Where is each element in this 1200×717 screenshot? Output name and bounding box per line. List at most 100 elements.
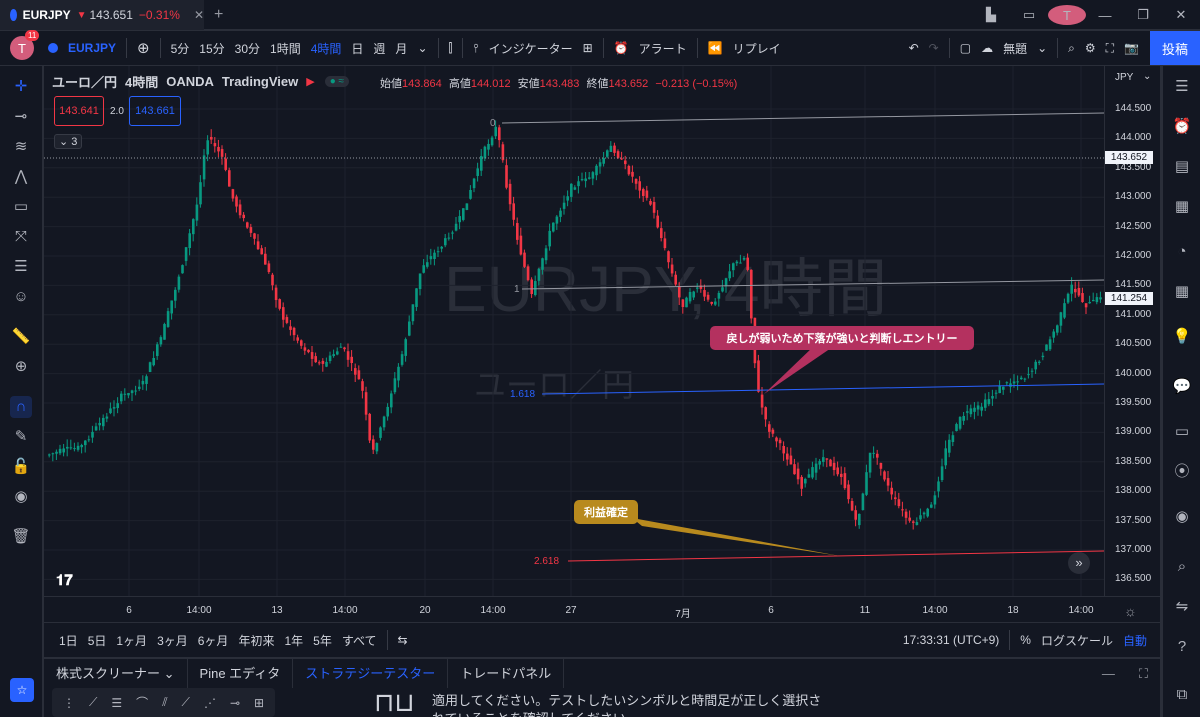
log-scale-toggle[interactable]: ログスケール <box>1036 632 1118 649</box>
favorites-star-icon[interactable]: ☆ <box>10 678 34 702</box>
lock-drawing-icon[interactable]: ✎ <box>10 426 32 448</box>
tab-trading-panel[interactable]: トレードパネル <box>448 658 565 689</box>
path-icon[interactable]: ⋰ <box>197 696 223 710</box>
redo-icon[interactable]: ↷ <box>924 41 944 55</box>
projection-icon[interactable]: ⤧ <box>10 226 32 248</box>
order-panel-icon[interactable]: ⇋ <box>1171 596 1193 618</box>
price-axis[interactable]: JPY ⌄ 144.500 144.000 143.500 143.000 142.50… <box>1104 66 1160 596</box>
indicator-icon[interactable]: ⫯ <box>468 41 483 56</box>
ideas-icon[interactable]: 💡 <box>1171 326 1193 348</box>
interval-1w[interactable]: 週 <box>368 40 390 57</box>
compare-icon[interactable]: ⊕ <box>132 39 155 57</box>
drag-handle-icon[interactable]: ⋮ <box>56 696 82 710</box>
alert-button[interactable]: アラート <box>634 40 692 57</box>
channel-icon[interactable]: ≋ <box>10 136 32 158</box>
broadcast-icon[interactable]: ◉ <box>1171 506 1193 528</box>
chevron-down-icon[interactable]: ⌄ <box>1032 41 1052 55</box>
tab-stock-screener[interactable]: 株式スクリーナー ⌄ <box>44 658 188 689</box>
range-1y[interactable]: 1年 <box>279 632 308 649</box>
curve-icon[interactable]: ⌒ <box>129 694 155 711</box>
undo-icon[interactable]: ↶ <box>904 41 924 55</box>
calendar-icon[interactable]: ▦ <box>1171 281 1193 303</box>
fib-level-2618-line[interactable] <box>567 550 1105 562</box>
fib-level-0-line[interactable] <box>501 112 1105 124</box>
indicator-collapse-button[interactable]: ⌄ 3 <box>54 134 83 149</box>
hotlist-icon[interactable]: ▦ <box>1171 196 1193 218</box>
range-all[interactable]: すべて <box>337 632 382 649</box>
chart-icon[interactable]: ▙ <box>972 7 1010 23</box>
screener-icon[interactable]: ◔ <box>1171 241 1193 263</box>
percent-toggle[interactable]: % <box>1015 633 1036 647</box>
pattern-icon[interactable]: ⋀ <box>10 166 32 188</box>
rewind-icon[interactable]: ⏪ <box>703 41 728 55</box>
time-axis[interactable]: 6 14:00 13 14:00 20 14:00 27 7月 6 11 14:00 18 14:00 <box>44 596 1160 622</box>
interval-1mo[interactable]: 月 <box>390 40 412 57</box>
chevron-down-icon[interactable]: ⌄ <box>412 41 432 55</box>
auto-scale-toggle[interactable]: 自動 <box>1118 632 1152 649</box>
parallel-channel-icon[interactable]: ☰ <box>104 696 129 710</box>
symbol-search-button[interactable]: EURJPY <box>63 41 121 55</box>
messages-icon[interactable]: ▭ <box>1171 421 1193 443</box>
browser-tab[interactable]: EURJPY ▼ 143.651 −0.31% ✕ <box>0 0 204 30</box>
legend-interval[interactable]: 4時間 <box>125 72 158 91</box>
text-icon[interactable]: ▭ <box>10 196 32 218</box>
eye-icon[interactable]: ◉ <box>10 486 32 508</box>
maximize-panel-icon[interactable]: ⛶ <box>1127 666 1160 682</box>
fullscreen-icon[interactable]: ⛶ <box>1101 41 1119 56</box>
profit-callout[interactable]: 利益確定 <box>574 500 638 524</box>
screen-icon[interactable]: ▭ <box>1010 7 1048 23</box>
data-window-icon[interactable]: ▤ <box>1171 156 1193 178</box>
search-icon[interactable]: ⌕ <box>1063 41 1080 56</box>
tab-pine-editor[interactable]: Pine エディタ <box>188 658 294 689</box>
replay-button[interactable]: リプレイ <box>728 40 786 57</box>
post-button[interactable]: 投稿 <box>1150 31 1200 65</box>
minimize-panel-icon[interactable]: — <box>1090 666 1127 681</box>
minimize-icon[interactable]: — <box>1086 8 1124 23</box>
clock[interactable]: 17:33:31 (UTC+9) <box>898 633 1004 647</box>
emoji-icon[interactable]: ☺ <box>10 286 32 308</box>
flag-icon[interactable]: ▶ <box>306 75 314 88</box>
close-window-icon[interactable]: ✕ <box>1162 7 1200 23</box>
buy-price-button[interactable]: 143.661 <box>129 96 181 126</box>
trend-line-icon[interactable]: ⟋ <box>82 695 104 710</box>
range-5d[interactable]: 5日 <box>83 632 112 649</box>
crosshair-icon[interactable]: ✛ <box>10 76 32 98</box>
rectangle-icon[interactable]: ⊞ <box>247 696 271 710</box>
alarm-icon[interactable]: ⏰ <box>609 41 634 55</box>
range-5y[interactable]: 5年 <box>308 632 337 649</box>
cloud-icon[interactable]: ☁ <box>976 41 998 55</box>
magnet-icon[interactable]: ∩ <box>10 396 32 418</box>
range-1m[interactable]: 1ヶ月 <box>111 632 152 649</box>
ruler-icon[interactable]: 📏 <box>10 326 32 348</box>
chart-pane[interactable]: EURJPY, 4時間 ユーロ／円 0 1 1.618 2.618 ユーロ／円 … <box>44 66 1160 622</box>
entry-callout[interactable]: 戻しが弱いため下落が強いと判断しエントリー <box>710 326 974 350</box>
tradingview-logo-icon[interactable]: 𝟏𝟕 <box>56 572 73 589</box>
chart-canvas[interactable]: EURJPY, 4時間 ユーロ／円 0 1 1.618 2.618 <box>44 66 1160 622</box>
indicators-button[interactable]: インジケーター <box>484 40 578 57</box>
layout-icon[interactable]: ▢ <box>955 41 976 55</box>
goto-date-icon[interactable]: ⇆ <box>393 633 413 647</box>
alerts-clock-icon[interactable]: ⏰ <box>1171 116 1193 138</box>
scroll-to-realtime-button[interactable]: » <box>1068 552 1090 574</box>
lock-icon[interactable]: 🔓 <box>10 456 32 478</box>
market-status-icon[interactable]: ● ≈ <box>324 76 350 87</box>
candle-type-icon[interactable]: ⫿ <box>444 41 458 56</box>
camera-icon[interactable]: 📷 <box>1119 41 1144 55</box>
interval-5m[interactable]: 5分 <box>166 40 195 57</box>
account-menu[interactable]: T <box>1048 5 1086 25</box>
trash-icon[interactable]: 🗑 <box>10 526 32 548</box>
legend-title[interactable]: ユーロ／円 <box>52 72 117 91</box>
watchlist-icon[interactable]: ☰ <box>1171 76 1193 98</box>
fib-icon[interactable]: ☰ <box>10 256 32 278</box>
range-6m[interactable]: 6ヶ月 <box>193 632 234 649</box>
legend-platform[interactable]: TradingView <box>222 74 298 89</box>
ideas-stream-icon[interactable]: ⌕ <box>1171 556 1193 578</box>
restore-icon[interactable]: ❐ <box>1124 7 1162 23</box>
close-tab-icon[interactable]: ✕ <box>194 8 204 22</box>
layout-name[interactable]: 無題 <box>998 40 1032 57</box>
streams-icon[interactable]: ⦿ <box>1171 461 1193 483</box>
tab-strategy-tester[interactable]: ストラテジーテスター <box>293 658 449 689</box>
ray-icon[interactable]: ⊸ <box>223 696 247 710</box>
interval-15m[interactable]: 15分 <box>194 40 229 57</box>
range-ytd[interactable]: 年初来 <box>233 632 279 649</box>
